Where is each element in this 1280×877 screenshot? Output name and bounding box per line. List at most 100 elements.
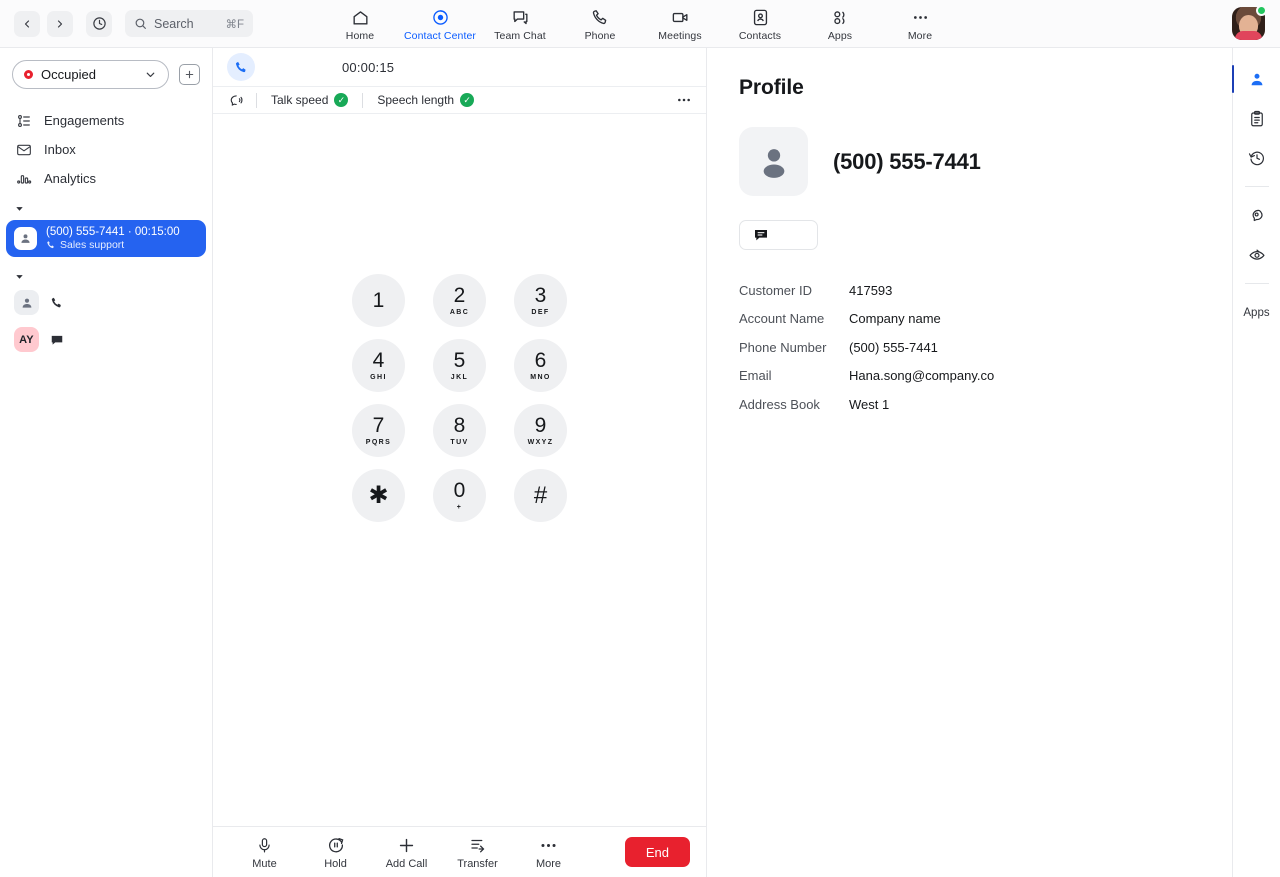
sidebar-item-engagements[interactable]: Engagements: [0, 106, 212, 135]
status-row: Occupied: [0, 60, 212, 89]
more-horizontal-icon: [539, 835, 558, 856]
dialpad-key-letters: ABC: [449, 309, 470, 316]
history-button[interactable]: [86, 10, 112, 37]
rail-item-history[interactable]: [1233, 138, 1280, 177]
inbox-icon: [14, 142, 33, 158]
dialpad-key-letters: PQRS: [365, 439, 392, 446]
dialpad-key-number: ✱: [368, 481, 389, 509]
dialpad-key-number: 9: [534, 414, 547, 437]
dialpad-key-7[interactable]: 7 PQRS: [352, 404, 405, 457]
pause-circle-icon: [327, 835, 345, 856]
main-navigation: Home Contact Center Team Chat Phone Meet…: [320, 6, 960, 42]
section-collapse-toggle-1[interactable]: [0, 193, 212, 216]
dialpad-key-#[interactable]: #: [514, 469, 567, 522]
nav-label-home: Home: [345, 29, 375, 42]
metrics-more-button[interactable]: [676, 92, 692, 108]
contact-center-app: Search ⌘F Home Contact Center Team Chat …: [0, 0, 1280, 877]
sidebar-label-engagements: Engagements: [44, 113, 125, 128]
plus-icon: [397, 835, 416, 856]
dialpad-key-9[interactable]: 9 WXYZ: [514, 404, 567, 457]
nav-label-meetings: Meetings: [658, 29, 702, 42]
dialpad-area: 1 2 ABC 3 DEF 4 GHI 5 JKL 6 MNO 7 PQRS 8 TUV 9 WXYZ ✱ 0 + #: [213, 114, 706, 826]
rail-item-insights[interactable]: [1233, 196, 1280, 235]
coaching-metrics-bar: Talk speed ✓ Speech length ✓: [213, 86, 706, 114]
nav-item-meetings[interactable]: Meetings: [640, 6, 720, 42]
sidebar-label-analytics: Analytics: [44, 171, 97, 186]
nav-item-team-chat[interactable]: Team Chat: [480, 6, 560, 42]
chat-icon: [50, 333, 64, 347]
user-avatar-button[interactable]: [1232, 5, 1267, 40]
dialpad-key-2[interactable]: 2 ABC: [433, 274, 486, 327]
rail-apps-label[interactable]: Apps: [1243, 307, 1269, 319]
rail-item-notes[interactable]: [1233, 99, 1280, 138]
phone-icon: [50, 296, 64, 310]
profile-panel: Profile (500) 555-7441 Customer ID 417593…: [707, 48, 1232, 877]
profile-field-label: Email: [739, 368, 772, 384]
sidebar-nav: Engagements Inbox Analytics: [0, 106, 212, 193]
chevron-down-icon: [144, 68, 157, 81]
dialpad-key-letters: +: [456, 504, 463, 511]
call-timer: 00:00:15: [342, 59, 395, 75]
active-engagement-item[interactable]: (500) 555-7441 · 00:15:00 Sales support: [6, 220, 206, 257]
queue-item-chat[interactable]: AY: [0, 321, 212, 358]
queue-item-voice[interactable]: [0, 284, 212, 321]
metric-speech-length[interactable]: Speech length ✓: [363, 93, 488, 107]
profile-fields: Customer ID 417593 Account Name Company nam…: [739, 276, 1232, 419]
add-engagement-button[interactable]: [179, 64, 200, 85]
nav-item-more[interactable]: More: [880, 6, 960, 42]
contact-center-icon: [431, 8, 450, 27]
sidebar-item-inbox[interactable]: Inbox: [0, 135, 212, 164]
phone-active-icon: [227, 53, 255, 81]
forward-button[interactable]: [47, 10, 73, 37]
profile-phone-number: (500) 555-7441: [833, 148, 981, 174]
dialpad-key-0[interactable]: 0 +: [433, 469, 486, 522]
search-input[interactable]: Search ⌘F: [125, 10, 253, 37]
person-icon: [1251, 73, 1262, 85]
nav-item-contacts[interactable]: Contacts: [720, 6, 800, 42]
nav-item-contact-center[interactable]: Contact Center: [400, 6, 480, 42]
end-call-button[interactable]: End: [624, 837, 690, 867]
dialpad-key-4[interactable]: 4 GHI: [352, 339, 405, 392]
nav-item-apps[interactable]: Apps: [800, 6, 880, 42]
dialpad-key-5[interactable]: 5 JKL: [433, 339, 486, 392]
nav-item-home[interactable]: Home: [320, 6, 400, 42]
add-call-button[interactable]: Add Call: [371, 835, 442, 870]
agent-status-dropdown[interactable]: Occupied: [12, 60, 169, 89]
check-circle-icon: ✓: [334, 93, 349, 107]
navigation-arrows: [14, 10, 73, 37]
dialpad-key-3[interactable]: 3 DEF: [514, 274, 567, 327]
check-circle-icon: ✓: [460, 93, 475, 107]
engagement-meta: (500) 555-7441 · 00:15:00 Sales support: [46, 226, 180, 251]
metric-talk-speed[interactable]: Talk speed ✓: [257, 93, 362, 107]
back-button[interactable]: [14, 10, 40, 37]
nav-label-team-chat: Team Chat: [494, 29, 546, 42]
more-horizontal-icon: [911, 8, 930, 27]
status-badge: [1256, 5, 1267, 16]
profile-field-label: Account Name: [739, 311, 825, 327]
hold-button[interactable]: Hold: [300, 835, 371, 870]
dialpad-key-number: 0: [453, 479, 466, 502]
dialpad-key-8[interactable]: 8 TUV: [433, 404, 486, 457]
action-label-more: More: [535, 857, 562, 870]
sidebar-item-analytics[interactable]: Analytics: [0, 164, 212, 193]
nav-label-apps: Apps: [827, 29, 853, 42]
dialpad-key-letters: GHI: [370, 374, 387, 381]
call-panel: 00:00:15 Talk speed ✓ Speech length ✓ 1 …: [213, 48, 707, 877]
more-actions-button[interactable]: More: [513, 835, 584, 870]
dialpad-key-1[interactable]: 1: [352, 274, 405, 327]
plus-square-icon: [185, 70, 194, 79]
mute-button[interactable]: Mute: [229, 835, 300, 870]
dialpad-key-6[interactable]: 6 MNO: [514, 339, 567, 392]
dialpad-key-letters: TUV: [450, 439, 469, 446]
rail-item-view[interactable]: [1233, 235, 1280, 274]
dialpad-key-✱[interactable]: ✱: [352, 469, 405, 522]
profile-field-row: Phone Number (500) 555-7441: [739, 333, 1232, 362]
rail-item-profile[interactable]: [1231, 60, 1280, 99]
nav-item-phone[interactable]: Phone: [560, 6, 640, 42]
transfer-button[interactable]: Transfer: [442, 835, 513, 870]
person-icon: [14, 227, 37, 250]
profile-field-label: Customer ID: [739, 282, 812, 298]
send-message-button[interactable]: [739, 220, 818, 250]
section-collapse-toggle-2[interactable]: [0, 257, 212, 284]
home-icon: [351, 8, 370, 27]
